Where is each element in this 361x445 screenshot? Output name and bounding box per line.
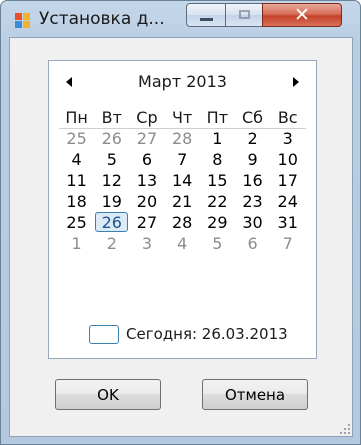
day-cell[interactable]: 24 <box>270 191 305 212</box>
calendar-week-row: 25 26 27 28 29 30 31 <box>59 212 306 233</box>
weekday-label: Вс <box>277 108 298 127</box>
adjacent-month-day-cell[interactable]: 5 <box>200 233 235 254</box>
day-cell[interactable]: 9 <box>235 149 270 170</box>
day-cell[interactable]: 31 <box>270 212 305 233</box>
calendar-header: Март 2013 <box>49 61 316 105</box>
today-marker-icon <box>89 325 119 344</box>
day-cell[interactable]: 6 <box>129 149 164 170</box>
day-cell[interactable]: 11 <box>59 170 94 191</box>
weekday-label: Ср <box>136 108 158 127</box>
adjacent-month-day-cell[interactable]: 3 <box>129 233 164 254</box>
day-cell[interactable]: 28 <box>165 212 200 233</box>
adjacent-month-day-cell[interactable]: 7 <box>270 233 305 254</box>
month-calendar[interactable]: Март 2013 Пн Вт Ср Чт Пт Сб Вс 25 26 27 28 1 2 3 4 5 6 7… <box>48 60 317 359</box>
adjacent-month-day-cell[interactable]: 25 <box>59 128 94 149</box>
weekday-label: Чт <box>172 108 193 127</box>
day-cell[interactable]: 10 <box>270 149 305 170</box>
cancel-button[interactable]: Отмена <box>202 379 308 410</box>
close-button[interactable]: ✕ <box>262 3 342 27</box>
minimize-icon <box>200 18 213 21</box>
weekday-label: Пт <box>206 108 229 127</box>
calendar-week-row: 1234567 <box>59 233 306 254</box>
maximize-button[interactable] <box>225 3 263 27</box>
day-cell[interactable]: 5 <box>94 149 129 170</box>
calendar-grid: Пн Вт Ср Чт Пт Сб Вс 25 26 27 28 1 2 3 4 5 6 7 8 9 10 11 12 13… <box>59 107 306 254</box>
resize-grip-icon[interactable] <box>340 424 350 434</box>
day-cell[interactable]: 23 <box>235 191 270 212</box>
day-cell[interactable]: 4 <box>59 149 94 170</box>
day-cell[interactable]: 13 <box>129 170 164 191</box>
weekday-header-row: Пн Вт Ср Чт Пт Сб Вс <box>59 107 306 128</box>
adjacent-month-day-cell[interactable]: 1 <box>59 233 94 254</box>
day-cell[interactable]: 16 <box>235 170 270 191</box>
day-cell[interactable]: 17 <box>270 170 305 191</box>
app-icon <box>15 13 31 29</box>
day-cell[interactable]: 7 <box>165 149 200 170</box>
adjacent-month-day-cell[interactable]: 4 <box>165 233 200 254</box>
day-cell[interactable]: 1 <box>200 128 235 149</box>
day-cell[interactable]: 30 <box>235 212 270 233</box>
day-cell[interactable]: 3 <box>270 128 305 149</box>
adjacent-month-day-cell[interactable]: 26 <box>94 128 129 149</box>
day-cell[interactable]: 15 <box>200 170 235 191</box>
adjacent-month-day-cell[interactable]: 2 <box>94 233 129 254</box>
selected-day-label: 26 <box>101 213 122 232</box>
month-title[interactable]: Март 2013 <box>49 72 316 91</box>
today-label: Сегодня: 26.03.2013 <box>126 325 288 343</box>
close-icon: ✕ <box>294 4 310 26</box>
day-cell[interactable]: 12 <box>94 170 129 191</box>
calendar-week-row: 4 5 6 7 8 9 10 <box>59 149 306 170</box>
day-cell[interactable]: 27 <box>129 212 164 233</box>
calendar-week-row: 11 12 13 14 15 16 17 <box>59 170 306 191</box>
adjacent-month-day-cell[interactable]: 28 <box>165 128 200 149</box>
weekday-label: Пн <box>65 108 88 127</box>
adjacent-month-day-cell[interactable]: 6 <box>235 233 270 254</box>
day-cell[interactable]: 2 <box>235 128 270 149</box>
maximize-icon <box>239 10 250 19</box>
day-cell[interactable]: 25 <box>59 212 94 233</box>
day-cell[interactable]: 21 <box>165 191 200 212</box>
weekday-label: Вт <box>101 108 122 127</box>
day-cell[interactable]: 18 <box>59 191 94 212</box>
day-cell[interactable]: 29 <box>200 212 235 233</box>
window-title: Установка д... <box>39 9 165 29</box>
day-cell[interactable]: 20 <box>129 191 164 212</box>
calendar-week-row: 25 26 27 28 1 2 3 <box>59 128 306 149</box>
selected-day-cell[interactable]: 26 <box>94 212 129 233</box>
day-cell[interactable]: 22 <box>200 191 235 212</box>
day-cell[interactable]: 8 <box>200 149 235 170</box>
next-month-icon[interactable] <box>293 77 299 87</box>
day-cell[interactable]: 14 <box>165 170 200 191</box>
dialog-window: Установка д... ✕ Март 2013 Пн Вт Ср Чт Пт Сб В… <box>0 0 361 445</box>
day-cell[interactable]: 19 <box>94 191 129 212</box>
weekday-divider <box>59 128 306 129</box>
title-bar[interactable]: Установка д... ✕ <box>1 1 360 37</box>
calendar-week-row: 18 19 20 21 22 23 24 <box>59 191 306 212</box>
minimize-button[interactable] <box>186 3 226 27</box>
ok-button[interactable]: OK <box>55 379 161 410</box>
weekday-label: Сб <box>242 108 264 127</box>
adjacent-month-day-cell[interactable]: 27 <box>129 128 164 149</box>
